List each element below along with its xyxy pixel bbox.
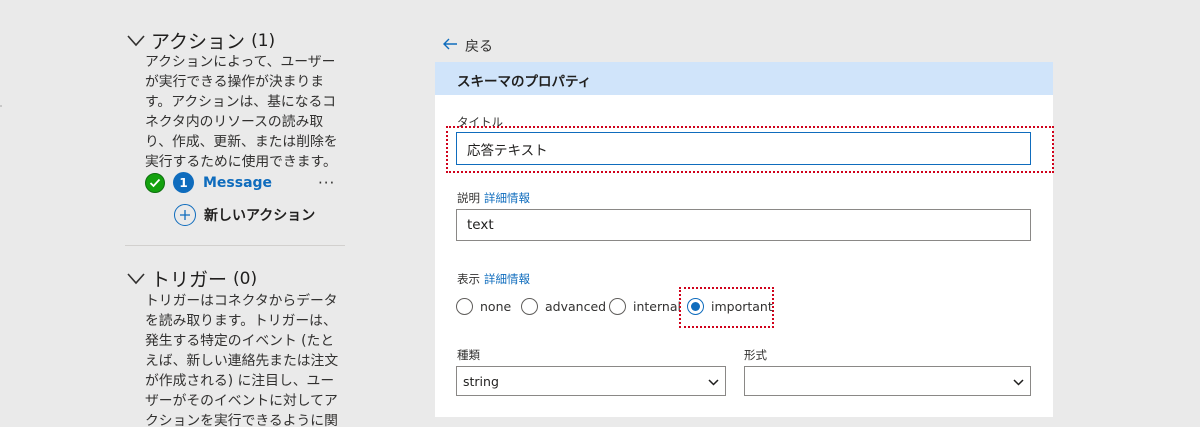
title-input[interactable]: 応答テキスト: [456, 132, 1031, 165]
description-field-label: 説明 詳細情報: [457, 191, 530, 205]
chevron-down-icon: [127, 268, 151, 290]
title-field-label: タイトル: [457, 115, 503, 129]
check-icon: [145, 172, 165, 193]
arrow-left-icon: [443, 38, 465, 54]
actions-title: アクション: [151, 31, 246, 53]
panel-header: スキーマのプロパティ: [435, 62, 1053, 95]
actions-section-header[interactable]: アクション (1): [127, 27, 275, 54]
new-action-label: 新しいアクション: [204, 208, 316, 224]
visibility-option-label: advanced: [545, 299, 607, 314]
visibility-option-important[interactable]: important: [687, 298, 773, 315]
visibility-option-advanced[interactable]: advanced: [521, 298, 606, 315]
section-divider: [125, 245, 345, 246]
step-number-badge: 1: [173, 172, 194, 193]
description-input[interactable]: text: [456, 209, 1031, 241]
type-field-label: 種類: [457, 348, 480, 362]
format-dropdown[interactable]: [744, 366, 1031, 396]
triggers-description: トリガーはコネクタからデータを読み取ります。トリガーは、発生する特定のイベント …: [145, 293, 339, 427]
plus-icon: [174, 204, 196, 226]
edge-mark: [0, 105, 2, 107]
panel-title: スキーマのプロパティ: [457, 74, 592, 90]
action-item-message[interactable]: 1 Message: [145, 172, 272, 193]
visibility-option-label: internal: [633, 299, 681, 314]
actions-count: (1): [251, 30, 276, 51]
chevron-down-icon: [127, 30, 151, 52]
back-label: 戻る: [465, 39, 493, 55]
actions-description: アクションによって、ユーザーが実行できる操作が決まります。アクションは、基になる…: [145, 54, 338, 170]
format-field-label: 形式: [744, 348, 767, 362]
visibility-field-label: 表示 詳細情報: [457, 272, 530, 286]
visibility-learn-more-link[interactable]: 詳細情報: [484, 272, 530, 286]
radio-checked-icon: [687, 298, 704, 315]
radio-unchecked-icon: [609, 298, 626, 315]
type-dropdown[interactable]: string: [456, 366, 726, 396]
visibility-option-internal[interactable]: internal: [609, 298, 681, 315]
triggers-count: (0): [233, 268, 258, 289]
visibility-option-none[interactable]: none: [456, 298, 511, 315]
triggers-section-header[interactable]: トリガー (0): [127, 265, 257, 292]
visibility-option-label: important: [711, 299, 773, 314]
chevron-down-icon: [708, 374, 719, 389]
action-message-label[interactable]: Message: [203, 175, 272, 191]
radio-unchecked-icon: [521, 298, 538, 315]
back-link[interactable]: 戻る: [443, 36, 493, 56]
triggers-title: トリガー: [151, 269, 228, 291]
chevron-down-icon: [1013, 374, 1024, 389]
description-learn-more-link[interactable]: 詳細情報: [484, 191, 530, 205]
radio-unchecked-icon: [456, 298, 473, 315]
visibility-option-label: none: [480, 299, 512, 314]
new-action-button[interactable]: 新しいアクション: [174, 204, 315, 226]
more-options-icon[interactable]: ···: [318, 174, 335, 192]
type-dropdown-value: string: [463, 373, 499, 389]
